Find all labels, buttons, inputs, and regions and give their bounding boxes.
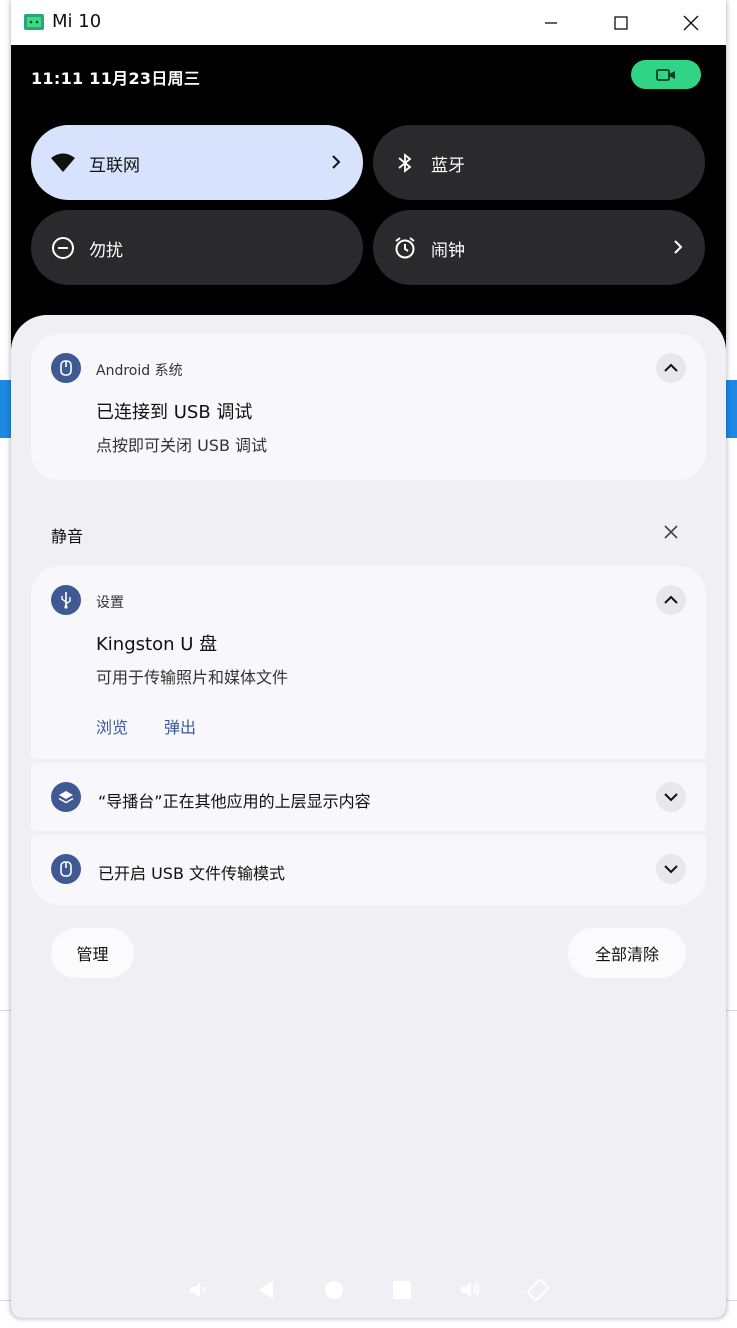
chevron-down-icon [664,865,678,874]
tile-do-not-disturb[interactable]: 勿扰 [31,210,363,285]
wifi-icon [51,153,75,172]
collapse-button[interactable] [656,585,686,615]
maximize-icon [614,15,628,30]
tile-label: 勿扰 [89,241,123,261]
notification-usb-debugging[interactable]: Android 系统 已连接到 USB 调试 点按即可关闭 USB 调试 [31,334,706,480]
notification-app-icon [51,854,81,884]
close-icon [683,15,699,30]
usb-plug-icon [60,861,72,877]
clear-all-button[interactable]: 全部清除 [568,928,686,978]
do-not-disturb-icon [52,237,74,259]
tile-label: 蓝牙 [431,156,465,176]
chevron-up-icon [664,595,678,604]
notification-text: “导播台”正在其他应用的上层显示内容 [98,792,371,811]
video-camera-icon [656,68,675,81]
usb-icon [61,592,71,609]
android-app-icon [24,14,44,30]
notification-usb-drive[interactable]: 设置 Kingston U 盘 可用于传输照片和媒体文件 浏览 弹出 [31,566,706,759]
tile-label: 互联网 [89,156,140,176]
chevron-right-icon [674,240,683,254]
android-screen: 11:11 11月23日周三 互联网 蓝牙 勿扰 闹钟 Android 系统 已… [11,45,726,1318]
home-icon[interactable] [322,1278,346,1302]
notification-title: 已连接到 USB 调试 [96,402,253,423]
notification-text: 已开启 USB 文件传输模式 [98,864,286,883]
notification-app-icon [51,782,81,812]
chevron-right-icon [332,155,341,169]
notification-app-name: Android 系统 [96,363,183,379]
emulator-nav-bar [11,1270,726,1310]
minimize-button[interactable] [516,0,586,45]
volume-down-icon[interactable] [186,1278,210,1302]
status-datetime: 11:11 11月23日周三 [31,69,201,88]
usb-plug-icon [60,360,72,376]
alarm-clock-icon [395,237,415,259]
notification-app-name: 设置 [96,595,124,611]
eject-action-button[interactable]: 弹出 [164,714,196,738]
back-icon[interactable] [254,1278,278,1302]
tile-bluetooth[interactable]: 蓝牙 [373,125,705,200]
volume-up-icon[interactable] [458,1278,482,1302]
notification-overlay[interactable]: “导播台”正在其他应用的上层显示内容 [31,763,706,831]
notification-title: Kingston U 盘 [96,634,218,655]
screen-record-indicator[interactable] [631,60,701,89]
layers-icon [58,791,74,804]
bluetooth-icon [398,153,412,173]
overview-icon[interactable] [390,1278,414,1302]
tile-internet[interactable]: 互联网 [31,125,363,200]
expand-button[interactable] [656,782,686,812]
collapse-button[interactable] [656,353,686,383]
window-titlebar[interactable]: Mi 10 [11,0,726,45]
browse-action-button[interactable]: 浏览 [96,714,128,738]
dismiss-silent-button[interactable] [661,522,681,542]
silent-section-header: 静音 [51,527,84,546]
notification-text: 可用于传输照片和媒体文件 [96,668,289,687]
notification-shade: Android 系统 已连接到 USB 调试 点按即可关闭 USB 调试 静音 [11,315,726,1318]
emulator-window: Mi 10 11:11 11月23日周三 互联网 蓝牙 勿扰 闹钟 Androi… [11,0,726,1318]
notification-usb-file-transfer[interactable]: 已开启 USB 文件传输模式 [31,835,706,905]
manage-button[interactable]: 管理 [51,928,134,978]
close-icon [664,525,678,539]
notification-app-icon [51,353,81,383]
tile-alarm[interactable]: 闹钟 [373,210,705,285]
expand-button[interactable] [656,854,686,884]
chevron-down-icon [664,793,678,802]
notification-text: 点按即可关闭 USB 调试 [96,436,268,455]
notification-app-icon [51,585,81,615]
rotate-icon[interactable] [526,1278,550,1302]
maximize-button[interactable] [586,0,656,45]
minimize-icon [545,21,557,24]
tile-label: 闹钟 [431,241,465,261]
window-title: Mi 10 [52,11,102,32]
chevron-up-icon [664,363,678,372]
close-button[interactable] [656,0,726,45]
